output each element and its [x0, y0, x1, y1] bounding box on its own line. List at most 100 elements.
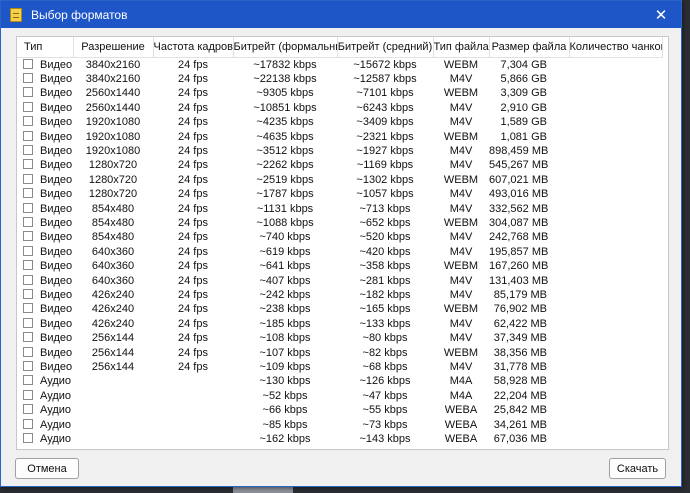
cell-file-type: WEBM	[443, 303, 479, 316]
table-row[interactable]: Видео 1920x1080 24 fps ~3512 kbps ~1927 kbps…	[17, 144, 662, 158]
cell-type: Видео	[17, 317, 73, 331]
cell-bitrate-formal: ~52 kbps	[262, 389, 308, 402]
row-checkbox[interactable]	[23, 418, 33, 429]
cell-file-size: 76,902 MB	[493, 303, 547, 316]
download-button[interactable]: Скачать	[609, 458, 666, 479]
close-button[interactable]: ✕	[641, 1, 681, 28]
table-row[interactable]: Видео 3840x2160 24 fps ~17832 kbps ~15672 kb…	[17, 57, 662, 72]
cell-type: Видео	[17, 86, 73, 100]
cell-file-size: 5,866 GB	[500, 72, 547, 85]
cancel-button[interactable]: Отмена	[15, 458, 79, 479]
row-checkbox[interactable]	[23, 188, 33, 199]
cell-resolution	[73, 389, 153, 403]
column-header-file-size[interactable]: Размер файла	[489, 37, 570, 58]
row-checkbox[interactable]	[23, 130, 33, 141]
table-row[interactable]: Видео 640x360 24 fps ~619 kbps ~420 kbps M4V 1…	[17, 245, 662, 259]
table-row[interactable]: Видео 854x480 24 fps ~740 kbps ~520 kbps M4V 2…	[17, 230, 662, 244]
table-row[interactable]: Видео 854x480 24 fps ~1131 kbps ~713 kbps M4V…	[17, 202, 662, 216]
row-checkbox[interactable]	[23, 289, 33, 299]
row-checkbox[interactable]	[23, 303, 33, 314]
cell-bitrate-avg: ~358 kbps	[359, 260, 411, 273]
cell-file-size: 332,562 MB	[489, 202, 549, 215]
row-checkbox[interactable]	[23, 245, 33, 256]
row-checkbox[interactable]	[23, 274, 33, 285]
table-row[interactable]: Видео 1280x720 24 fps ~1787 kbps ~1057 kbps M…	[17, 187, 662, 201]
table-row[interactable]: Видео 3840x2160 24 fps ~22138 kbps ~12587 kb…	[17, 72, 662, 86]
column-header-file-type[interactable]: Тип файла	[433, 37, 490, 58]
row-checkbox[interactable]	[23, 58, 33, 69]
column-header-bitrate-avg[interactable]: Битрейт (средний)	[337, 37, 434, 58]
row-checkbox[interactable]	[23, 173, 33, 184]
column-header-type[interactable]: Тип	[17, 37, 74, 58]
cell-framerate: 24 fps	[178, 116, 208, 129]
row-checkbox[interactable]	[23, 202, 33, 213]
row-checkbox[interactable]	[23, 361, 33, 372]
row-checkbox[interactable]	[23, 231, 33, 242]
table-row[interactable]: Аудио ~85 kbps ~73 kbps WEBA 34,261 MB	[17, 418, 662, 432]
cell-framerate	[153, 418, 233, 432]
row-checkbox[interactable]	[23, 72, 33, 83]
cell-type-label: Аудио	[40, 389, 72, 402]
cell-type: Аудио	[17, 389, 73, 403]
formats-table: Тип Разрешение Частота кадров Битрейт (форм…	[17, 37, 663, 446]
cell-bitrate-avg: ~2321 kbps	[356, 130, 414, 143]
row-checkbox[interactable]	[23, 216, 33, 227]
row-checkbox[interactable]	[23, 346, 33, 357]
row-checkbox[interactable]	[23, 101, 33, 112]
table-row[interactable]: Видео 2560x1440 24 fps ~10851 kbps ~6243 kbp…	[17, 101, 662, 115]
cell-resolution	[73, 403, 153, 417]
table-row[interactable]: Видео 1280x720 24 fps ~2519 kbps ~1302 kbps W…	[17, 173, 662, 187]
table-row[interactable]: Видео 1920x1080 24 fps ~4235 kbps ~3409 kbps…	[17, 115, 662, 129]
table-row[interactable]: Видео 1280x720 24 fps ~2262 kbps ~1169 kbps M…	[17, 158, 662, 172]
column-header-bitrate-formal[interactable]: Битрейт (формальный)	[233, 37, 338, 58]
column-header-chunks[interactable]: Количество чанков	[569, 37, 663, 58]
cell-bitrate-formal: ~407 kbps	[259, 274, 311, 287]
cell-type-label: Видео	[40, 130, 73, 143]
table-row[interactable]: Видео 426x240 24 fps ~242 kbps ~182 kbps M4V 8…	[17, 288, 662, 302]
row-checkbox[interactable]	[23, 159, 33, 170]
cell-bitrate-formal: ~4235 kbps	[256, 116, 314, 129]
row-checkbox[interactable]	[23, 375, 33, 386]
table-row[interactable]: Видео 1920x1080 24 fps ~4635 kbps ~2321 kbps…	[17, 130, 662, 144]
table-row[interactable]: Видео 256x144 24 fps ~108 kbps ~80 kbps M4V 37…	[17, 331, 662, 345]
table-row[interactable]: Видео 256x144 24 fps ~109 kbps ~68 kbps M4V 31…	[17, 360, 662, 374]
cell-file-type: M4V	[449, 231, 473, 244]
cell-type: Видео	[17, 274, 73, 288]
row-checkbox[interactable]	[23, 260, 33, 271]
row-checkbox[interactable]	[23, 389, 33, 400]
table-row[interactable]: Видео 854x480 24 fps ~1088 kbps ~652 kbps WEB…	[17, 216, 662, 230]
table-row[interactable]: Видео 2560x1440 24 fps ~9305 kbps ~7101 kbps…	[17, 86, 662, 100]
table-row[interactable]: Видео 426x240 24 fps ~185 kbps ~133 kbps M4V 6…	[17, 317, 662, 331]
row-checkbox[interactable]	[23, 404, 33, 415]
cell-resolution: 3840x2160	[85, 72, 141, 85]
table-row[interactable]: Аудио ~130 kbps ~126 kbps M4A 58,928 MB	[17, 374, 662, 388]
row-checkbox[interactable]	[23, 433, 33, 444]
cell-type: Видео	[17, 288, 73, 302]
cell-file-type: M4V	[449, 245, 473, 258]
column-header-resolution[interactable]: Разрешение	[73, 37, 154, 58]
table-row[interactable]: Видео 256x144 24 fps ~107 kbps ~82 kbps WEBM 3…	[17, 346, 662, 360]
background-element	[233, 487, 293, 493]
cell-type-label: Видео	[40, 303, 73, 316]
table-row[interactable]: Видео 426x240 24 fps ~238 kbps ~165 kbps WEBM…	[17, 302, 662, 316]
cell-resolution: 640x360	[91, 274, 135, 287]
cell-type: Видео	[17, 259, 73, 273]
row-checkbox[interactable]	[23, 87, 33, 98]
row-checkbox[interactable]	[23, 144, 33, 155]
row-checkbox[interactable]	[23, 116, 33, 127]
column-header-framerate[interactable]: Частота кадров	[153, 37, 234, 58]
row-checkbox[interactable]	[23, 332, 33, 343]
table-row[interactable]: Видео 640x360 24 fps ~641 kbps ~358 kbps WEBM…	[17, 259, 662, 273]
cell-file-type: M4V	[449, 332, 473, 345]
table-row[interactable]: Видео 640x360 24 fps ~407 kbps ~281 kbps M4V 1…	[17, 274, 662, 288]
table-row[interactable]: Аудио ~66 kbps ~55 kbps WEBA 25,842 MB	[17, 403, 662, 417]
table-row[interactable]: Аудио ~162 kbps ~143 kbps WEBA 67,036 MB	[17, 432, 662, 446]
table-row[interactable]: Аудио ~52 kbps ~47 kbps M4A 22,204 MB	[17, 389, 662, 403]
row-checkbox[interactable]	[23, 317, 33, 328]
cell-file-type: WEBA	[444, 433, 478, 446]
cell-bitrate-formal: ~22138 kbps	[253, 72, 317, 85]
cell-chunks	[569, 389, 662, 403]
cell-bitrate-avg: ~713 kbps	[359, 202, 411, 215]
cell-file-type: WEBM	[443, 346, 479, 359]
formats-list[interactable]: Тип Разрешение Частота кадров Битрейт (форм…	[16, 36, 669, 450]
